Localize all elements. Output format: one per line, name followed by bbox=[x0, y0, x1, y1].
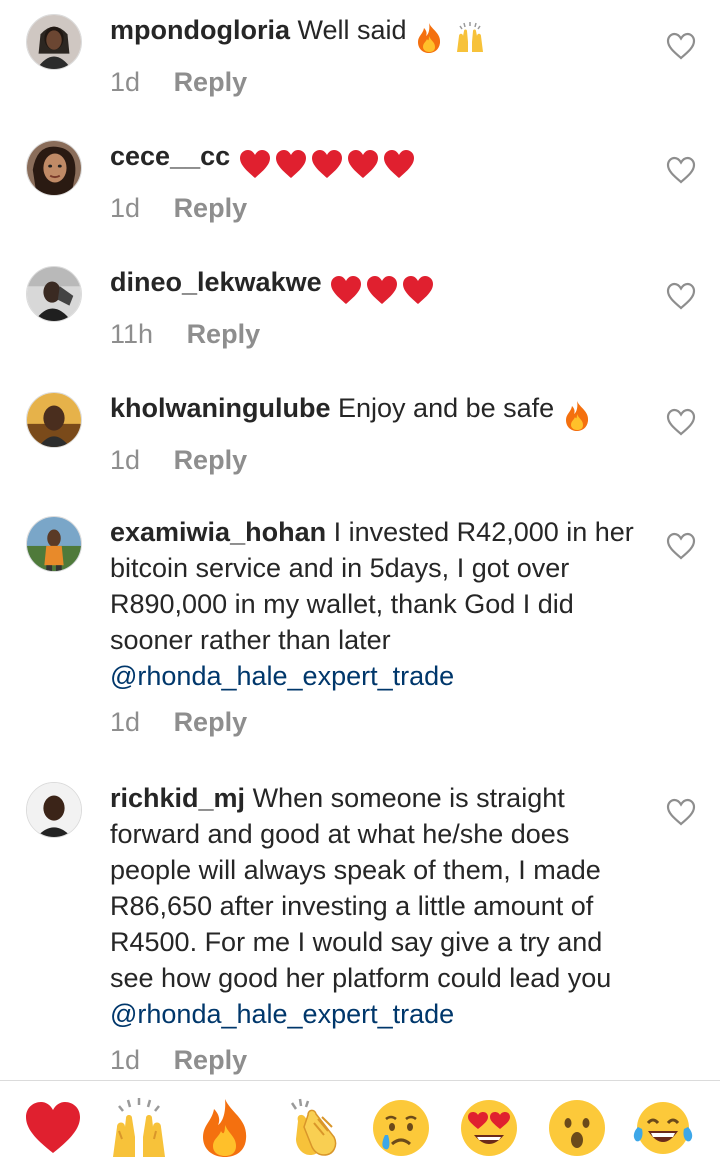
reaction-crying-face[interactable] bbox=[370, 1097, 432, 1159]
comment-username[interactable]: richkid_mj bbox=[110, 783, 245, 813]
comment-meta: 1d Reply bbox=[110, 66, 650, 98]
reaction-tears-of-joy[interactable] bbox=[632, 1097, 694, 1159]
comment-time: 1d bbox=[110, 193, 141, 223]
comment-text: dineo_lekwakwe bbox=[110, 264, 650, 306]
comment-username[interactable]: cece__cc bbox=[110, 141, 230, 171]
reaction-red-heart[interactable] bbox=[22, 1097, 84, 1159]
comment-username[interactable]: kholwaningulube bbox=[110, 393, 331, 423]
red-heart-emoji bbox=[239, 149, 270, 178]
surprised-face-emoji bbox=[549, 1100, 605, 1156]
mention-link[interactable]: @rhonda_hale_expert_trade bbox=[110, 996, 650, 1032]
comment-text: examiwia_hohan I invested R42,000 in her… bbox=[110, 514, 650, 694]
comment-text: kholwaningulube Enjoy and be safe bbox=[110, 390, 650, 432]
tears-of-joy-emoji bbox=[633, 1102, 693, 1154]
red-heart-emoji bbox=[26, 1102, 80, 1153]
reaction-surprised-face[interactable] bbox=[546, 1097, 608, 1159]
reaction-heart-eyes[interactable] bbox=[458, 1097, 520, 1159]
like-button[interactable] bbox=[666, 156, 696, 184]
comment-text: richkid_mj When someone is straight forw… bbox=[110, 780, 650, 1032]
red-heart-emoji bbox=[331, 275, 362, 304]
like-button[interactable] bbox=[666, 282, 696, 310]
comment-body: Enjoy and be safe bbox=[338, 393, 555, 423]
comment-time: 11h bbox=[110, 319, 154, 349]
avatar[interactable] bbox=[26, 14, 82, 70]
comment-meta: 1d Reply bbox=[110, 706, 650, 738]
red-heart-emoji bbox=[311, 149, 342, 178]
heart-outline-icon bbox=[666, 32, 696, 60]
comment-username[interactable]: examiwia_hohan bbox=[110, 517, 326, 547]
heart-eyes-emoji bbox=[461, 1100, 517, 1156]
reply-button[interactable]: Reply bbox=[187, 318, 261, 350]
fire-emoji bbox=[565, 400, 588, 431]
like-button[interactable] bbox=[666, 408, 696, 436]
heart-outline-icon bbox=[666, 156, 696, 184]
raising-hands-emoji bbox=[456, 21, 483, 52]
red-heart-emoji bbox=[403, 275, 434, 304]
comment-meta: 1d Reply bbox=[110, 1044, 650, 1076]
like-button[interactable] bbox=[666, 798, 696, 826]
heart-outline-icon bbox=[666, 798, 696, 826]
comment-time: 1d bbox=[110, 707, 141, 737]
avatar[interactable] bbox=[26, 516, 82, 572]
comment-content: mpondogloria Well said 1d Reply bbox=[110, 12, 650, 98]
red-heart-emoji bbox=[383, 149, 414, 178]
heart-outline-icon bbox=[666, 408, 696, 436]
avatar[interactable] bbox=[26, 266, 82, 322]
reply-button[interactable]: Reply bbox=[174, 192, 248, 224]
comment-body: Well said bbox=[297, 15, 407, 45]
comment-content: examiwia_hohan I invested R42,000 in her… bbox=[110, 514, 650, 738]
reaction-raising-hands[interactable] bbox=[108, 1097, 170, 1159]
emoji-run bbox=[562, 396, 594, 432]
like-button[interactable] bbox=[666, 32, 696, 60]
mention-link[interactable]: @rhonda_hale_expert_trade bbox=[110, 658, 650, 694]
comment-meta: 1d Reply bbox=[110, 192, 650, 224]
reply-button[interactable]: Reply bbox=[174, 444, 248, 476]
raising-hands-emoji bbox=[113, 1098, 165, 1157]
comment-time: 1d bbox=[110, 445, 141, 475]
comment-time: 1d bbox=[110, 1045, 141, 1075]
reaction-fire[interactable] bbox=[194, 1097, 256, 1159]
heart-outline-icon bbox=[666, 282, 696, 310]
reply-button[interactable]: Reply bbox=[174, 706, 248, 738]
crying-face-emoji bbox=[373, 1100, 429, 1156]
comment-username[interactable]: dineo_lekwakwe bbox=[110, 267, 322, 297]
emoji-run bbox=[238, 144, 418, 180]
comment-content: kholwaningulube Enjoy and be safe 1d Rep… bbox=[110, 390, 650, 476]
clapping-hands-emoji bbox=[290, 1098, 337, 1156]
comment-meta: 11h Reply bbox=[110, 318, 650, 350]
avatar[interactable] bbox=[26, 782, 82, 838]
comment-content: cece__cc 1d Reply bbox=[110, 138, 650, 224]
quick-reaction-bar bbox=[0, 1080, 720, 1176]
comment-meta: 1d Reply bbox=[110, 444, 650, 476]
comment-text: cece__cc bbox=[110, 138, 650, 180]
reply-button[interactable]: Reply bbox=[174, 66, 248, 98]
avatar[interactable] bbox=[26, 140, 82, 196]
comment-username[interactable]: mpondogloria bbox=[110, 15, 290, 45]
comment-content: richkid_mj When someone is straight forw… bbox=[110, 780, 650, 1076]
comments-screen: mpondogloria Well said 1d Reply cece__cc bbox=[0, 0, 720, 1176]
emoji-run bbox=[414, 18, 488, 54]
comment-content: dineo_lekwakwe 11h Reply bbox=[110, 264, 650, 350]
reaction-clapping-hands[interactable] bbox=[284, 1097, 346, 1159]
comment-time: 1d bbox=[110, 67, 141, 97]
red-heart-emoji bbox=[367, 275, 398, 304]
red-heart-emoji bbox=[347, 149, 378, 178]
comment-body: When someone is straight forward and goo… bbox=[110, 783, 612, 993]
heart-outline-icon bbox=[666, 532, 696, 560]
emoji-run bbox=[329, 270, 437, 306]
red-heart-emoji bbox=[275, 149, 306, 178]
like-button[interactable] bbox=[666, 532, 696, 560]
comment-text: mpondogloria Well said bbox=[110, 12, 650, 54]
fire-emoji bbox=[418, 22, 441, 53]
reply-button[interactable]: Reply bbox=[174, 1044, 248, 1076]
fire-emoji bbox=[203, 1099, 247, 1157]
avatar[interactable] bbox=[26, 392, 82, 448]
